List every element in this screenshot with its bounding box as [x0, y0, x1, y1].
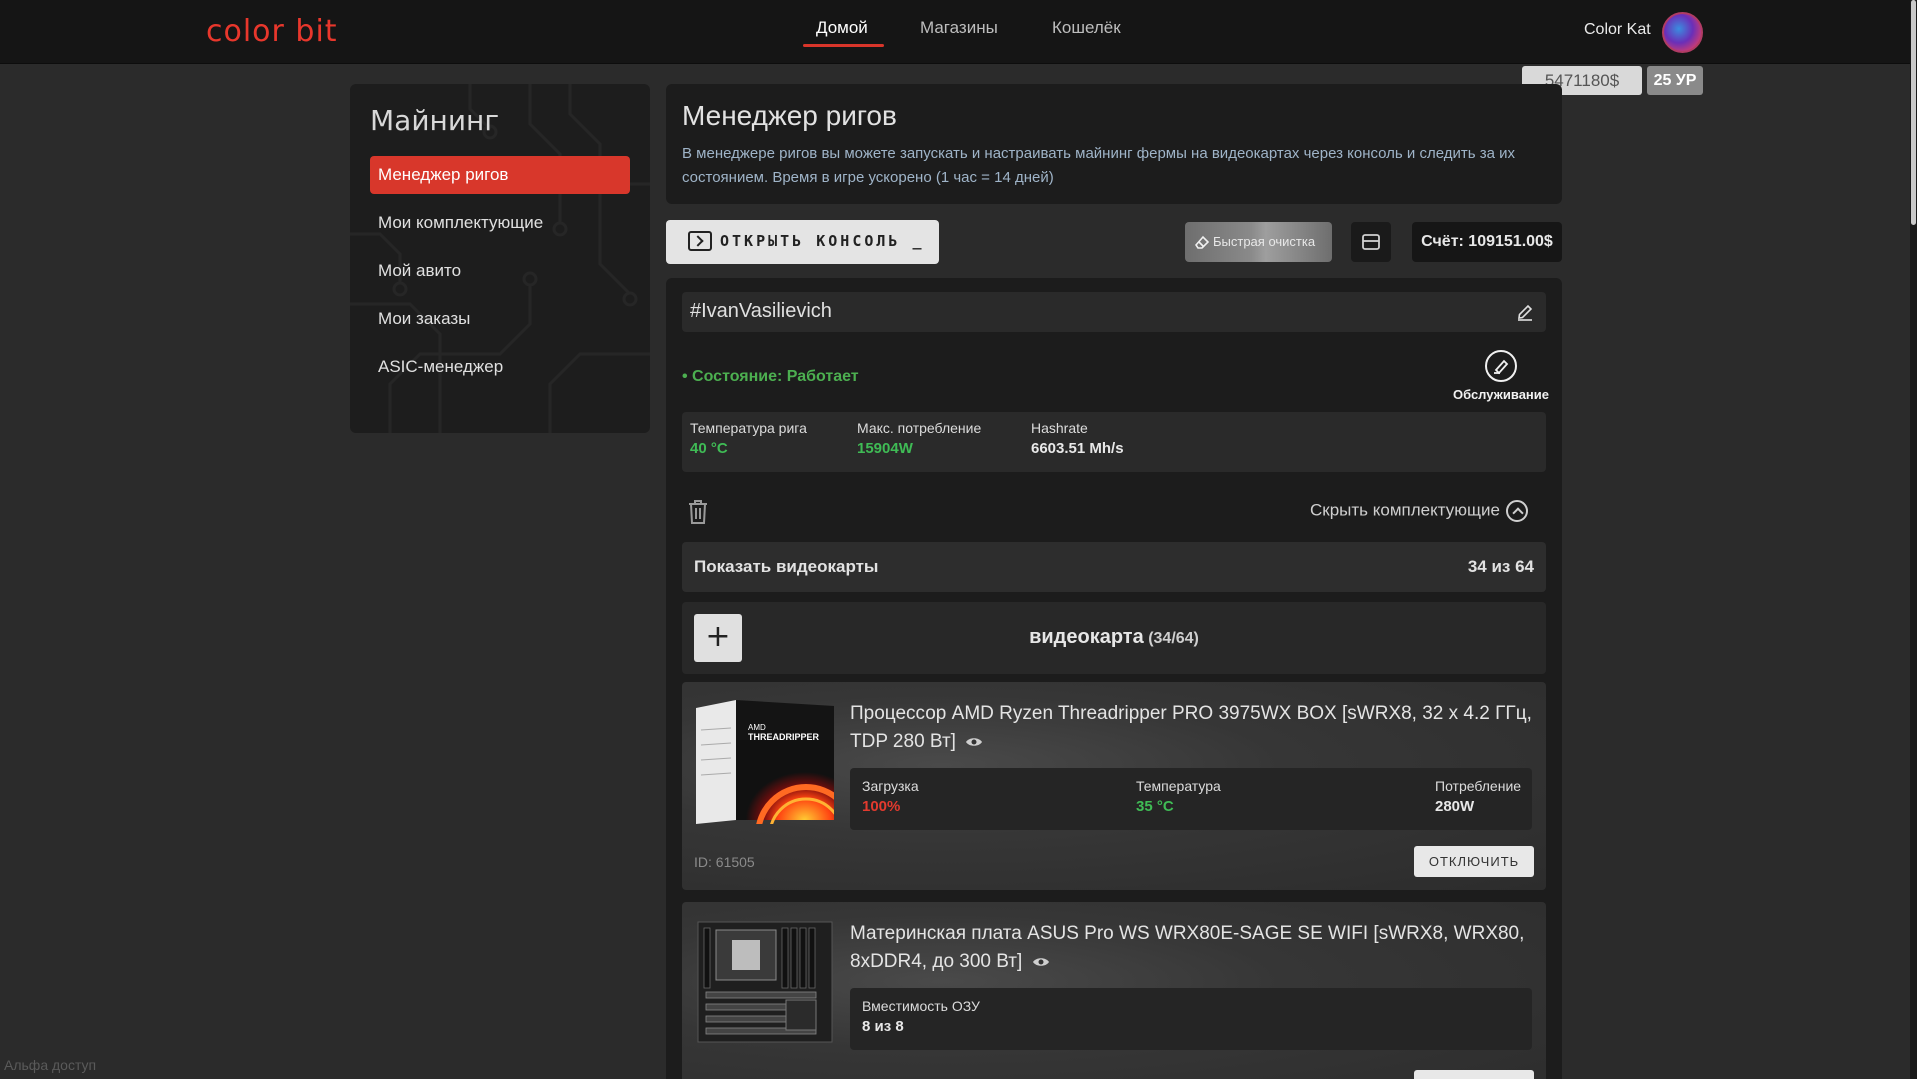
part-title: Процессор AMD Ryzen Threadripper PRO 397…: [850, 700, 1540, 756]
add-gpu-button[interactable]: +: [694, 614, 742, 662]
rig-name: #IvanVasilievich: [690, 300, 832, 322]
part-stat-label: Температура: [1136, 778, 1221, 794]
rig-manager-header: Менеджер ригов В менеджере ригов вы може…: [666, 84, 1562, 204]
nav-shops[interactable]: Магазины: [920, 18, 998, 38]
nav-home[interactable]: Домой: [816, 18, 868, 38]
motherboard-image: [697, 921, 833, 1043]
rig-card: #IvanVasilievich • Состояние: Работает О…: [666, 278, 1562, 1079]
edit-icon[interactable]: [1516, 303, 1534, 321]
eye-icon[interactable]: [1032, 956, 1050, 968]
page-title: Менеджер ригов: [682, 100, 897, 131]
rig-status: • Состояние: Работает: [682, 368, 859, 385]
sidebar-item-rig-manager[interactable]: Менеджер ригов: [370, 156, 630, 194]
part-stats-panel: Загрузка 100% Температура 35 °C Потребле…: [850, 768, 1532, 830]
chevron-up-icon: [1505, 500, 1528, 522]
part-stat-load: Загрузка 100%: [862, 778, 919, 815]
terminal-icon: [688, 231, 712, 251]
svg-text:AMD: AMD: [748, 723, 766, 732]
part-stat-ram-capacity: Вместимость ОЗУ 8 из 8: [862, 998, 980, 1035]
open-console-button[interactable]: ОТКРЫТЬ КОНСОЛЬ _: [666, 220, 939, 264]
rig-name-field[interactable]: #IvanVasilievich: [682, 292, 1546, 332]
card-icon: [1362, 234, 1380, 250]
part-title: Материнская плата ASUS Pro WS WRX80E-SAG…: [850, 920, 1540, 976]
gpu-title-text: видеокарта: [1029, 626, 1144, 648]
metric-max-consumption: Макс. потребление 15904W: [857, 420, 981, 457]
svg-text:THREADRIPPER: THREADRIPPER: [748, 732, 820, 742]
part-stat-value: 280W: [1435, 798, 1475, 815]
service-icon: [1485, 350, 1517, 382]
metric-value: 6603.51 Mh/s: [1031, 440, 1124, 457]
part-id: ID: 61505: [694, 854, 755, 870]
sidebar-item-my-avito[interactable]: Мой авито: [370, 252, 630, 290]
mining-sidebar: Майнинг Менеджер ригов Мои комплектующие…: [350, 84, 650, 433]
disable-part-button[interactable]: [1414, 1070, 1534, 1079]
nav-wallet[interactable]: Кошелёк: [1052, 18, 1121, 38]
active-nav-underline: [803, 44, 884, 47]
metric-value: 15904W: [857, 440, 913, 457]
sidebar-item-my-parts[interactable]: Мои комплектующие: [370, 204, 630, 242]
part-stat-value: 8 из 8: [862, 1018, 904, 1035]
part-title-text: Процессор AMD Ryzen Threadripper PRO 397…: [850, 703, 1532, 752]
metric-rig-temperature: Температура рига 40 °C: [690, 420, 807, 457]
metric-label: Hashrate: [1031, 420, 1088, 436]
user-avatar[interactable]: [1662, 12, 1703, 53]
service-button[interactable]: Обслуживание: [1446, 350, 1556, 402]
gpu-count: 34 из 64: [1467, 557, 1534, 576]
part-title-text: Материнская плата ASUS Pro WS WRX80E-SAG…: [850, 923, 1525, 972]
cpu-box-image: AMD THREADRIPPER: [696, 700, 834, 824]
page-scrollbar-thumb[interactable]: [1911, 0, 1916, 225]
open-console-label: ОТКРЫТЬ КОНСОЛЬ _: [720, 232, 925, 250]
eraser-icon: [1194, 235, 1210, 249]
metric-label: Макс. потребление: [857, 420, 982, 436]
quick-clean-label: Быстрая очистка: [1213, 234, 1316, 249]
part-card-cpu: AMD THREADRIPPER Процессор AMD Ryzen Thr…: [682, 682, 1546, 890]
gpu-title-count: (34/64): [1148, 630, 1199, 647]
part-stat-value: 100%: [862, 798, 901, 815]
layout-toggle-button[interactable]: [1351, 222, 1391, 262]
page-description: В менеджере ригов вы можете запускать и …: [682, 145, 1515, 186]
account-balance: Счёт: 109151.00$: [1412, 222, 1562, 262]
disable-part-button[interactable]: ОТКЛЮЧИТЬ: [1414, 846, 1534, 877]
part-stat-temperature: Температура 35 °C: [1136, 778, 1221, 815]
part-stat-value: 35 °C: [1136, 798, 1174, 815]
quick-clean-button[interactable]: Быстрая очистка: [1185, 222, 1332, 262]
eye-icon[interactable]: [965, 736, 983, 748]
sidebar-item-asic-manager[interactable]: ASIC-менеджер: [370, 348, 630, 386]
user-name[interactable]: Color Kat: [1584, 21, 1651, 39]
user-level-badge: 25 УР: [1647, 66, 1703, 95]
part-card-motherboard: Материнская плата ASUS Pro WS WRX80E-SAG…: [682, 902, 1546, 1079]
hide-parts-label: Скрыть комплектующие: [1310, 500, 1500, 520]
show-gpu-toggle[interactable]: Показать видеокарты 34 из 64: [682, 542, 1546, 592]
service-label: Обслуживание: [1452, 387, 1549, 402]
part-stat-label: Потребление: [1435, 778, 1522, 794]
rig-metrics-panel: Температура рига 40 °C Макс. потребление…: [682, 412, 1546, 472]
show-gpu-label: Показать видеокарты: [694, 557, 879, 576]
part-stat-label: Вместимость ОЗУ: [862, 998, 980, 1014]
sidebar-title: Майнинг: [370, 104, 500, 137]
metric-hashrate: Hashrate 6603.51 Mh/s: [1031, 420, 1124, 457]
top-navbar: color bit Домой Магазины Кошелёк Color K…: [0, 0, 1917, 64]
part-stat-label: Загрузка: [862, 778, 919, 794]
trash-icon[interactable]: [686, 498, 710, 526]
sidebar-item-my-orders[interactable]: Мои заказы: [370, 300, 630, 338]
gpu-section: видеокарта (34/64) +: [682, 602, 1546, 674]
hide-parts-toggle[interactable]: Скрыть комплектующие: [1310, 500, 1528, 522]
metric-label: Температура рига: [690, 420, 807, 436]
alpha-access-label: Альфа доступ: [4, 1057, 97, 1073]
part-stats-panel: Вместимость ОЗУ 8 из 8: [850, 988, 1532, 1050]
metric-value: 40 °C: [690, 440, 728, 457]
gpu-section-title: видеокарта (34/64): [682, 626, 1546, 649]
part-stat-consumption: Потребление 280W: [1435, 778, 1521, 815]
